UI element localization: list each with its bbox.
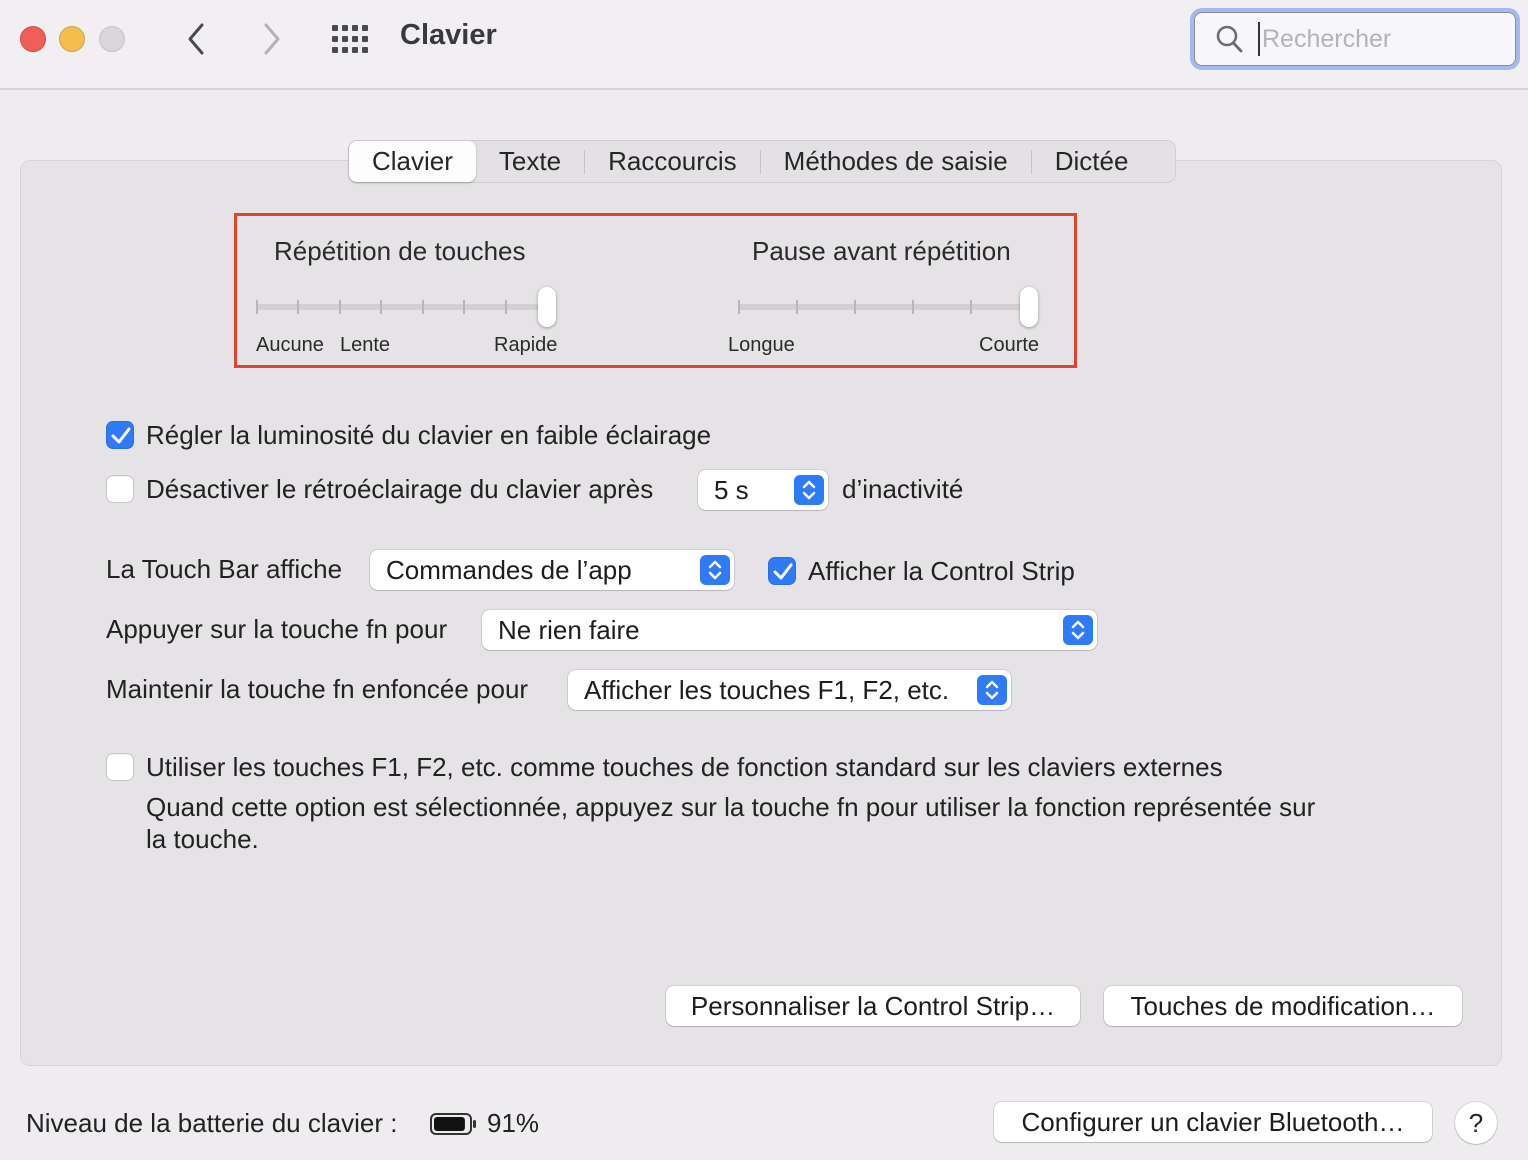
repeat-delay-label-short: Courte [979,334,1040,356]
customize-control-strip-button[interactable]: Personnaliser la Control Strip… [666,986,1080,1026]
key-repeat-title: Répétition de touches [274,236,526,266]
control-strip-checkbox[interactable] [768,557,796,585]
control-strip-label: Afficher la Control Strip [808,556,1075,586]
repeat-delay-label-long: Longue [728,334,795,356]
tab-raccourcis[interactable]: Raccourcis [585,141,760,182]
key-repeat-tick [504,300,507,314]
forward-button[interactable] [254,20,288,58]
popup-stepper [1063,615,1093,645]
fkeys-description-line2: la touche. [146,824,259,854]
chevron-left-icon [188,23,204,55]
key-repeat-thumb[interactable] [538,287,556,327]
repeat-delay-tick [912,300,914,314]
chevron-up-down-icon [802,480,816,500]
tab-texte[interactable]: Texte [476,141,584,182]
backlight-delay-popup[interactable]: 5 s [698,470,828,510]
battery-value: 91% [487,1108,540,1138]
popup-stepper [700,555,730,585]
key-repeat-tick [421,300,424,314]
key-repeat-tick [338,300,341,314]
chevron-up-down-icon [985,680,999,700]
brightness-checkbox[interactable] [106,421,134,449]
configure-bluetooth-keyboard-button[interactable]: Configurer un clavier Bluetooth… [994,1102,1432,1142]
close-window-button[interactable] [20,26,46,52]
backlight-delay-value: 5 s [714,475,749,505]
zoom-window-button[interactable] [99,26,125,52]
battery-label: Niveau de la batterie du clavier : [26,1108,398,1138]
repeat-delay-tick [854,300,856,314]
tab-clavier[interactable]: Clavier [349,141,476,182]
fn-press-value: Ne rien faire [498,615,640,645]
search-icon [1216,25,1243,53]
repeat-delay-tick [970,300,972,314]
key-repeat-track [256,304,552,310]
checkmark-icon [773,563,793,580]
key-repeat-label-fast: Rapide [494,334,558,356]
repeat-delay-tick [738,300,740,314]
show-all-grid-button[interactable] [332,25,370,53]
repeat-delay-title: Pause avant répétition [752,236,1011,266]
popup-stepper [794,475,824,505]
touchbar-label: La Touch Bar affiche [106,554,343,584]
key-repeat-tick [256,300,258,314]
window-title: Clavier [400,19,497,51]
chevron-right-icon [264,23,280,55]
back-button[interactable] [180,20,214,58]
popup-stepper [977,675,1007,705]
touchbar-value: Commandes de l’app [386,555,632,585]
key-repeat-tick [463,300,466,314]
fn-hold-label: Maintenir la touche fn enfoncée pour [106,674,529,704]
tab-dictee[interactable]: Dictée [1032,141,1152,182]
search-field[interactable] [1190,8,1520,70]
chevron-up-down-icon [708,560,722,580]
tab-methodes-de-saisie[interactable]: Méthodes de saisie [761,141,1031,182]
touchbar-popup[interactable]: Commandes de l’app [370,550,734,590]
fn-press-popup[interactable]: Ne rien faire [482,610,1097,650]
repeat-delay-thumb[interactable] [1020,287,1038,327]
backlight-label: Désactiver le rétroéclairage du clavier … [146,474,654,504]
battery-icon [430,1113,478,1135]
backlight-suffix: d’inactivité [842,474,964,504]
repeat-delay-track [738,304,1034,310]
tab-bar: Clavier Texte Raccourcis Méthodes de sai… [348,140,1176,183]
fkeys-description-line1: Quand cette option est sélectionnée, app… [146,792,1316,822]
key-repeat-tick [297,300,300,314]
fn-press-label: Appuyer sur la touche fn pour [106,614,448,644]
fn-hold-popup[interactable]: Afficher les touches F1, F2, etc. [568,670,1011,710]
key-repeat-label-slow: Lente [340,334,391,356]
brightness-label: Régler la luminosité du clavier en faibl… [146,420,712,450]
repeat-delay-tick [796,300,798,314]
fn-hold-value: Afficher les touches F1, F2, etc. [584,675,950,705]
minimize-window-button[interactable] [59,26,85,52]
fkeys-checkbox[interactable] [106,753,134,781]
grid-icon [332,25,368,53]
search-input[interactable] [1258,22,1498,56]
key-repeat-label-none: Aucune [256,334,324,356]
fkeys-label: Utiliser les touches F1, F2, etc. comme … [146,752,1223,782]
modifier-keys-button[interactable]: Touches de modification… [1104,986,1462,1026]
checkmark-icon [111,427,131,444]
backlight-checkbox[interactable] [106,475,134,503]
chevron-up-down-icon [1071,620,1085,640]
key-repeat-tick [380,300,383,314]
help-button[interactable]: ? [1455,1102,1497,1144]
